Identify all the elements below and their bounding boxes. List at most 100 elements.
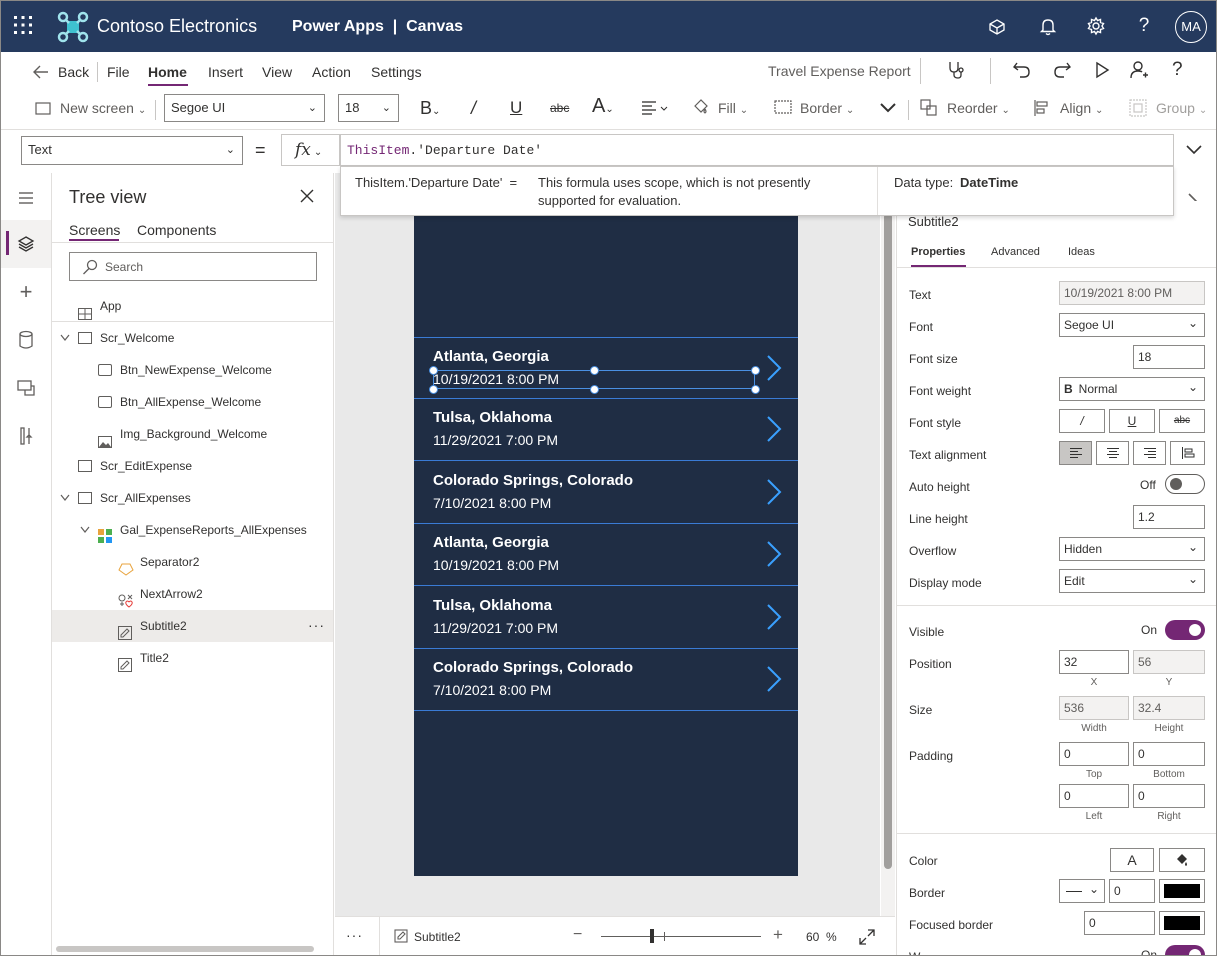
resize-handle[interactable] <box>590 385 599 394</box>
chevron-down-icon[interactable] <box>878 101 898 115</box>
font-color-button[interactable]: A⌄ <box>592 95 614 117</box>
tab-ideas[interactable]: Ideas <box>1068 246 1095 258</box>
database-icon[interactable] <box>15 329 37 351</box>
strikethrough-toggle[interactable]: abc <box>1159 409 1205 433</box>
tree-item[interactable]: NextArrow2 <box>52 578 333 610</box>
align-left-button[interactable] <box>1059 441 1092 465</box>
tree-item[interactable]: Scr_AllExpenses <box>52 482 333 514</box>
gallery-item[interactable]: Tulsa, Oklahoma 11/29/2021 7:00 PM <box>414 399 798 462</box>
menu-home[interactable]: Home <box>148 64 187 80</box>
font-weight-select[interactable]: B Normal ⌄ <box>1059 377 1205 401</box>
canvas-vertical-scrollbar[interactable] <box>881 173 895 916</box>
play-icon[interactable] <box>1091 59 1113 81</box>
tree-item[interactable]: Gal_ExpenseReports_AllExpenses <box>52 514 333 546</box>
padding-right-input[interactable]: 0 <box>1133 784 1205 808</box>
tree-item[interactable]: Img_Background_Welcome <box>52 418 333 450</box>
close-icon[interactable] <box>300 189 314 203</box>
tree-item[interactable]: Scr_Welcome <box>52 322 333 354</box>
padding-bottom-input[interactable]: 0 <box>1133 742 1205 766</box>
tree-item[interactable]: Scr_EditExpense <box>52 450 333 482</box>
next-arrow-icon[interactable] <box>766 603 782 631</box>
bold-button[interactable]: B⌄ <box>420 97 440 119</box>
focused-border-color-button[interactable] <box>1159 911 1205 935</box>
focused-border-input[interactable]: 0 <box>1084 911 1155 935</box>
underline-button[interactable]: U <box>510 97 522 119</box>
resize-handle[interactable] <box>429 366 438 375</box>
share-icon[interactable] <box>1128 59 1150 81</box>
font-size-input[interactable]: 18 <box>1133 345 1205 369</box>
scrollbar-thumb[interactable] <box>884 213 892 869</box>
text-input[interactable]: 10/19/2021 8:00 PM <box>1059 281 1205 305</box>
formula-input[interactable]: ThisItem.'Departure Date' <box>340 134 1174 166</box>
bell-icon[interactable] <box>1037 15 1059 37</box>
tab-properties[interactable]: Properties <box>911 246 965 258</box>
tree-item[interactable]: Separator2 <box>52 546 333 578</box>
tree-horizontal-scrollbar[interactable] <box>56 946 314 952</box>
padding-top-input[interactable]: 0 <box>1059 742 1129 766</box>
overflow-select[interactable]: Hidden ⌄ <box>1059 537 1205 561</box>
border-button[interactable]: Border ⌄ <box>800 97 854 119</box>
back-arrow-icon[interactable] <box>33 65 49 79</box>
tab-screens[interactable]: Screens <box>69 222 120 238</box>
font-size-dropdown[interactable]: 18 ⌄ <box>338 94 399 122</box>
border-color-button[interactable] <box>1159 879 1205 903</box>
zoom-in-button[interactable]: + <box>773 925 783 945</box>
app-checker-icon[interactable] <box>945 59 967 81</box>
visible-toggle[interactable] <box>1165 620 1205 640</box>
zoom-out-button[interactable]: − <box>573 926 582 944</box>
align-right-button[interactable] <box>1133 441 1166 465</box>
display-mode-select[interactable]: Edit ⌄ <box>1059 569 1205 593</box>
hamburger-icon[interactable] <box>15 187 37 209</box>
more-options-button[interactable]: ··· <box>346 927 363 943</box>
waffle-icon[interactable] <box>13 15 33 35</box>
fit-to-window-icon[interactable] <box>859 929 875 945</box>
tab-components[interactable]: Components <box>137 222 216 238</box>
gallery-item[interactable]: Atlanta, Georgia 10/19/2021 8:00 PM <box>414 524 798 587</box>
more-options-button[interactable]: ··· <box>308 609 325 641</box>
menu-insert[interactable]: Insert <box>208 64 243 80</box>
menu-action[interactable]: Action <box>312 64 351 80</box>
border-style-select[interactable]: ⌄ <box>1059 879 1105 903</box>
screen-preview[interactable]: Atlanta, Georgia 10/19/2021 8:00 PM Tulsa,… <box>414 216 798 876</box>
strikethrough-button[interactable]: abc <box>550 97 569 119</box>
italic-toggle[interactable]: / <box>1059 409 1105 433</box>
tree-item[interactable]: Btn_NewExpense_Welcome <box>52 354 333 386</box>
tab-advanced[interactable]: Advanced <box>991 246 1040 258</box>
position-y-input[interactable]: 56 <box>1133 650 1205 674</box>
group-button[interactable]: Group ⌄ <box>1156 97 1207 119</box>
resize-handle[interactable] <box>429 385 438 394</box>
text-color-button[interactable]: A <box>1110 848 1154 872</box>
underline-toggle[interactable]: U <box>1109 409 1155 433</box>
next-arrow-icon[interactable] <box>766 354 782 382</box>
new-screen-button[interactable]: New screen ⌄ <box>60 97 146 119</box>
tree-item[interactable]: Subtitle2 ··· <box>52 610 333 642</box>
property-dropdown[interactable]: Text ⌄ <box>21 136 243 165</box>
next-arrow-icon[interactable] <box>766 415 782 443</box>
resize-handle[interactable] <box>751 385 760 394</box>
gallery-item[interactable]: Colorado Springs, Colorado 7/10/2021 8:00… <box>414 462 798 524</box>
redo-icon[interactable] <box>1051 59 1073 81</box>
resize-handle[interactable] <box>751 366 760 375</box>
tree-item[interactable]: Title2 <box>52 642 333 674</box>
border-thickness-input[interactable]: 0 <box>1109 879 1155 903</box>
back-button[interactable]: Back <box>58 64 89 80</box>
tree-search-input[interactable]: Search <box>69 252 317 281</box>
avatar[interactable]: MA <box>1175 11 1207 43</box>
expand-formula-icon[interactable] <box>1184 143 1204 157</box>
padding-left-input[interactable]: 0 <box>1059 784 1129 808</box>
position-x-input[interactable]: 32 <box>1059 650 1129 674</box>
gallery-item[interactable]: Atlanta, Georgia 10/19/2021 8:00 PM <box>414 337 798 399</box>
align-justify-button[interactable] <box>1170 441 1205 465</box>
tree-item[interactable]: App <box>52 290 333 322</box>
next-arrow-icon[interactable] <box>766 540 782 568</box>
tools-icon[interactable] <box>15 425 37 447</box>
height-input[interactable]: 32.4 <box>1133 696 1205 720</box>
fx-button[interactable]: fx ⌄ <box>281 134 340 166</box>
fill-button[interactable]: Fill ⌄ <box>718 97 748 119</box>
font-select[interactable]: Segoe UI ⌄ <box>1059 313 1205 337</box>
menu-settings[interactable]: Settings <box>371 64 422 80</box>
chevron-down-icon[interactable] <box>80 526 90 534</box>
text-align-icon[interactable] <box>641 99 671 117</box>
italic-button[interactable]: / <box>471 97 476 119</box>
undo-icon[interactable] <box>1011 59 1033 81</box>
